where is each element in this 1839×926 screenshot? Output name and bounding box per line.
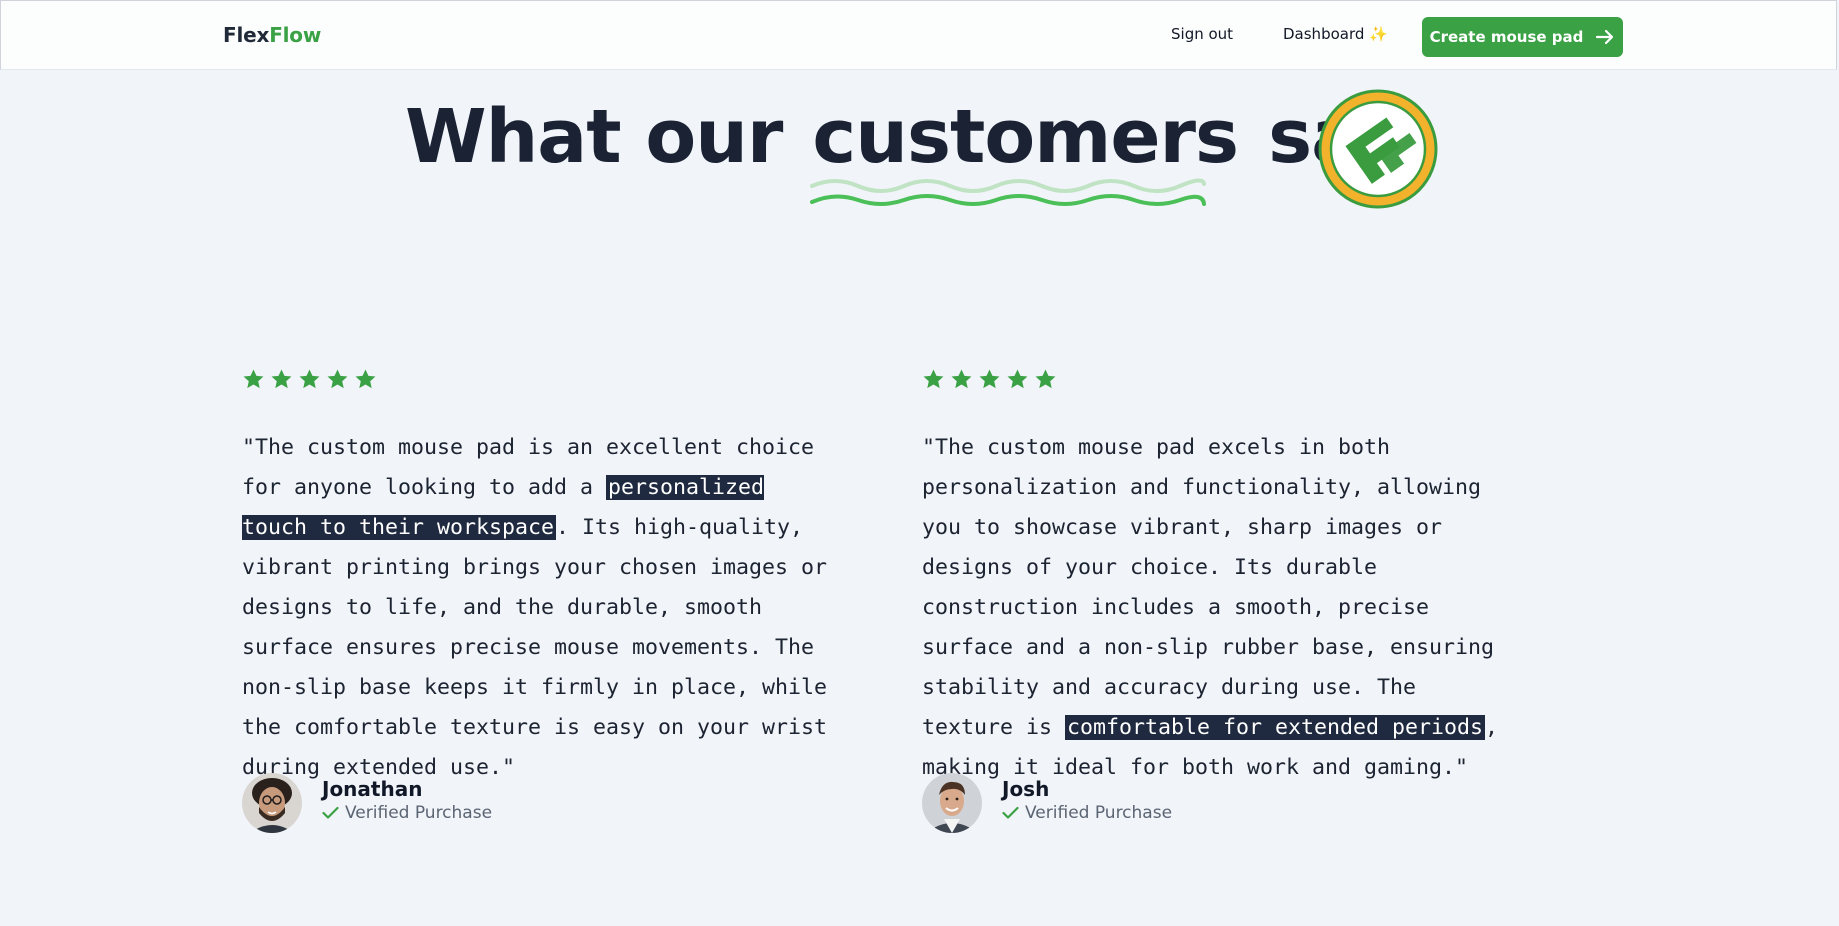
review-author: Josh Verified Purchase: [922, 773, 1172, 833]
sparkles-icon: ✨: [1369, 25, 1389, 43]
logo-text-flex: Flex: [223, 23, 270, 47]
review-card: "The custom mouse pad excels in both per…: [922, 368, 1512, 833]
author-meta: Josh Verified Purchase: [1002, 776, 1172, 824]
heading-word-what-our: What our: [405, 94, 783, 180]
review-card: "The custom mouse pad is an excellent ch…: [242, 368, 832, 833]
verified-label: Verified Purchase: [345, 803, 493, 823]
heading-customers-text: customers: [812, 94, 1239, 180]
sign-out-link[interactable]: Sign out: [1171, 25, 1233, 43]
arrow-right-icon: [1596, 29, 1614, 45]
review-author: Jonathan Verified Purchase: [242, 773, 492, 833]
star-rating: [922, 368, 1512, 392]
star-icon: [243, 369, 264, 389]
star-icon: [299, 369, 320, 389]
star-icon: [1007, 369, 1028, 389]
star-icon: [1035, 369, 1056, 389]
author-name: Josh: [1002, 777, 1050, 801]
squiggle-underline-icon: [810, 178, 1207, 206]
avatar: [242, 773, 302, 833]
check-icon: [1002, 806, 1019, 819]
author-meta: Jonathan Verified Purchase: [322, 776, 492, 824]
section-heading: What our customers say: [405, 94, 1406, 210]
quote-text: . Its high-quality, vibrant printing bri…: [242, 515, 828, 780]
star-icon: [355, 369, 376, 389]
review-quote: "The custom mouse pad excels in both per…: [922, 428, 1512, 788]
create-mouse-pad-button[interactable]: Create mouse pad: [1422, 17, 1623, 57]
create-mouse-pad-label: Create mouse pad: [1429, 28, 1584, 46]
verified-label: Verified Purchase: [1025, 803, 1173, 823]
star-rating: [242, 368, 832, 392]
heading-word-customers: customers: [810, 100, 1239, 206]
top-navbar: FlexFlow Sign out Dashboard ✨ Create mous…: [0, 0, 1837, 70]
quote-highlight: comfortable for extended periods: [1065, 715, 1486, 740]
flexflow-logo-badge-icon: [1318, 89, 1438, 209]
author-name: Jonathan: [322, 777, 423, 801]
star-icon: [327, 369, 348, 389]
star-icon: [923, 369, 944, 389]
logo-text-flow: Flow: [269, 23, 322, 47]
dashboard-label: Dashboard: [1283, 25, 1365, 43]
star-icon: [979, 369, 1000, 389]
dashboard-link[interactable]: Dashboard ✨: [1283, 25, 1388, 43]
star-icon: [271, 369, 292, 389]
review-quote: "The custom mouse pad is an excellent ch…: [242, 428, 832, 788]
verified-purchase: Verified Purchase: [322, 802, 492, 824]
brand-logo[interactable]: FlexFlow: [223, 23, 321, 47]
quote-text: "The custom mouse pad excels in both per…: [922, 435, 1495, 740]
avatar: [922, 773, 982, 833]
star-icon: [951, 369, 972, 389]
check-icon: [322, 806, 339, 819]
verified-purchase: Verified Purchase: [1002, 802, 1172, 824]
